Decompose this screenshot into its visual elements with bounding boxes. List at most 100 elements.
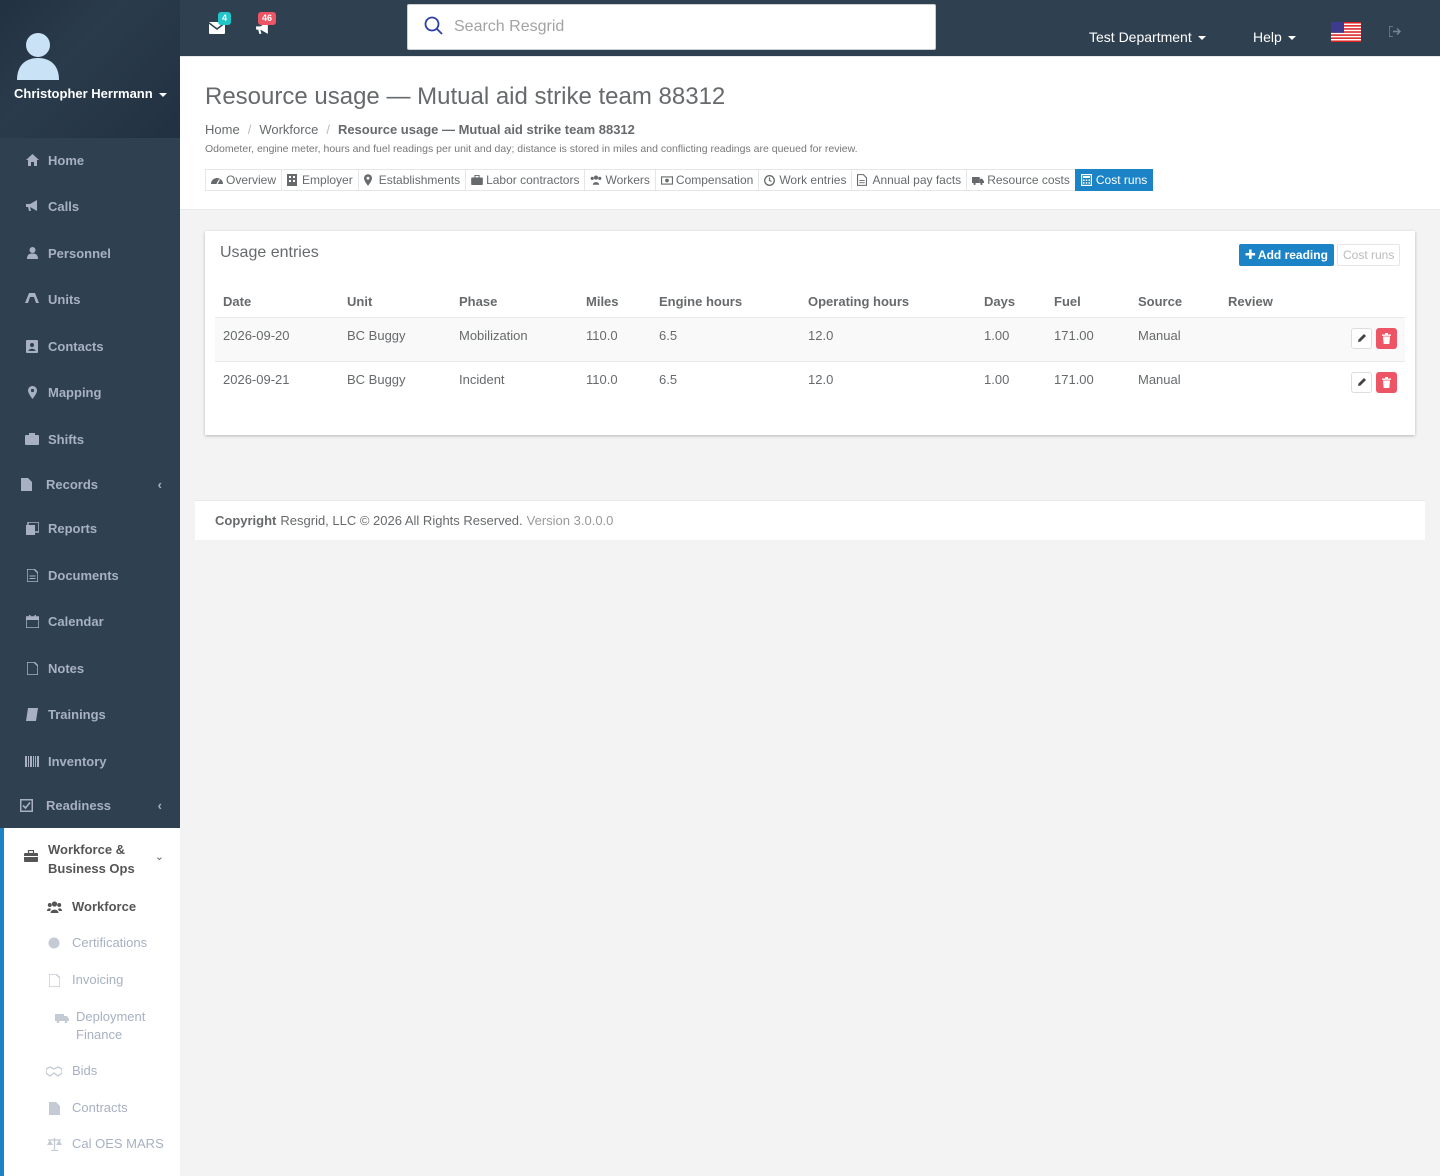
sidebar-subitem-bids[interactable]: Bids (46, 1062, 97, 1080)
notifications-button[interactable]: 46 (255, 12, 277, 38)
cell-actions (1315, 361, 1405, 405)
footer: Copyright Resgrid, LLC © 2026 All Rights… (195, 500, 1425, 540)
tab-work-entries[interactable]: Work entries (758, 169, 853, 191)
calculator-icon (1080, 174, 1093, 186)
column-header[interactable]: Miles (578, 286, 651, 318)
trash-icon (1382, 376, 1391, 388)
delete-button[interactable] (1376, 371, 1397, 393)
user-icon (24, 246, 40, 260)
sidebar-item-home[interactable]: Home (0, 140, 180, 180)
sidebar-subitem-deployment-finance[interactable]: Deployment Finance (46, 1008, 166, 1042)
contract-icon (46, 1101, 62, 1115)
tab-cost-runs[interactable]: Cost runs (1074, 169, 1154, 191)
footer-copyright-label: Copyright (215, 513, 277, 528)
column-header[interactable]: Engine hours (651, 286, 800, 318)
balance-scale-icon (46, 1137, 62, 1151)
cell-actions (1315, 317, 1405, 362)
cell-phase: Mobilization (451, 317, 578, 362)
chevron-left-icon: ‹ (157, 476, 162, 492)
tab-labor-contractors[interactable]: Labor contractors (465, 169, 586, 191)
us-flag-icon[interactable] (1331, 22, 1361, 42)
sidebar-item-trainings[interactable]: Trainings (0, 694, 180, 734)
sidebar-item-records[interactable]: Records ‹ (0, 464, 180, 504)
sidebar-item-calendar[interactable]: Calendar (0, 601, 180, 641)
sidebar-group-label[interactable]: Workforce & Business Ops (48, 840, 148, 878)
sidebar-item-units[interactable]: Units (0, 279, 180, 319)
page-title: Resource usage — Mutual aid strike team … (205, 83, 726, 110)
pencil-icon (1357, 334, 1366, 342)
delete-button[interactable] (1376, 327, 1397, 349)
avatar[interactable] (15, 30, 61, 82)
chevron-down-icon[interactable]: ⌄ (155, 850, 164, 863)
cell-days: 1.00 (976, 317, 1046, 362)
column-header[interactable]: Phase (451, 286, 578, 318)
search-input[interactable] (454, 5, 914, 49)
sidebar-item-notes[interactable]: Notes (0, 648, 180, 688)
search-icon (424, 16, 443, 35)
edit-button[interactable] (1351, 371, 1372, 393)
sidebar-item-contacts[interactable]: Contacts (0, 326, 180, 366)
cell-fuel: 171.00 (1054, 371, 1094, 387)
column-header[interactable]: Operating hours (800, 286, 976, 318)
column-header[interactable]: Fuel (1046, 286, 1130, 318)
add-reading-button[interactable]: ✚ Add reading (1239, 244, 1334, 266)
breadcrumb: Home / Workforce / Resource usage — Mutual a… (205, 122, 635, 137)
cell-unit: BC Buggy (347, 371, 406, 387)
cost-runs-button[interactable]: Cost runs (1337, 244, 1401, 266)
tab-establishments[interactable]: Establishments (357, 169, 467, 191)
sidebar-item-inventory[interactable]: Inventory (0, 741, 180, 781)
reports-icon (24, 521, 40, 535)
tab-resource-costs[interactable]: Resource costs (966, 169, 1076, 191)
usage-entries-table: Date Unit Phase Miles Engine hours Opera… (215, 286, 1405, 405)
sidebar-subitem-contracts[interactable]: Contracts (46, 1099, 128, 1117)
edit-button[interactable] (1351, 327, 1372, 349)
building-icon (287, 174, 299, 186)
sidebar-item-calls[interactable]: Calls (0, 186, 180, 226)
messages-button[interactable]: 4 (208, 12, 232, 37)
file-text-icon (857, 174, 869, 186)
tab-compensation[interactable]: Compensation (654, 169, 760, 191)
help-dropdown[interactable]: Help (1253, 29, 1296, 45)
sidebar-subitem-invoicing[interactable]: Invoicing (46, 971, 123, 989)
tab-annual-pay-facts[interactable]: Annual pay facts (851, 169, 968, 191)
sidebar-subitem-cal-oes-mars[interactable]: Cal OES MARS (46, 1135, 164, 1153)
cell-date: 2026-09-20 (215, 317, 339, 362)
top-navbar: 4 46 Test Department Help (180, 0, 1440, 56)
column-header[interactable]: Unit (339, 286, 451, 318)
sidebar-item-personnel[interactable]: Personnel (0, 233, 180, 273)
pencil-icon (1357, 378, 1366, 386)
bullhorn-icon (24, 199, 40, 213)
sidebar-subitem-workforce[interactable]: Workforce (46, 898, 136, 916)
column-header[interactable]: Review (1220, 286, 1315, 318)
book-icon (24, 707, 40, 721)
column-header[interactable]: Date (215, 286, 339, 318)
sidebar-subitem-certifications[interactable]: Certifications (46, 934, 147, 952)
cell-engine-hours: 6.5 (659, 371, 678, 387)
tab-employer[interactable]: Employer (281, 169, 359, 191)
sidebar-item-mapping[interactable]: Mapping (0, 372, 180, 412)
cell-engine-hours: 6.5 (651, 317, 800, 362)
truck-icon (54, 1010, 70, 1024)
tab-overview[interactable]: Overview (205, 169, 283, 191)
sidebar-group-workforce: Workforce & Business Ops ⌄ Workforce Cer… (0, 828, 180, 1176)
sidebar-item-reports[interactable]: Reports (0, 508, 180, 548)
sidebar-item-documents[interactable]: Documents (0, 555, 180, 595)
column-header[interactable]: Days (976, 286, 1046, 318)
column-header[interactable]: Source (1130, 286, 1220, 318)
breadcrumb-workforce[interactable]: Workforce (259, 122, 318, 137)
profile-name-dropdown[interactable]: Christopher Herrmann (14, 86, 167, 101)
department-dropdown[interactable]: Test Department (1089, 29, 1206, 45)
sidebar-item-readiness[interactable]: Readiness ‹ (0, 785, 180, 825)
notifications-count-badge: 46 (258, 12, 277, 25)
messages-count-badge: 4 (218, 12, 232, 25)
sign-out-icon[interactable] (1389, 26, 1401, 37)
tab-workers[interactable]: Workers (584, 169, 656, 191)
caret-down-icon (1287, 36, 1296, 41)
caret-down-icon (158, 92, 167, 97)
trash-icon (1382, 332, 1391, 344)
table-row: 2026-09-21 BC Buggy Incident 110.0 6.5 1… (215, 361, 1405, 405)
breadcrumb-home[interactable]: Home (205, 122, 240, 137)
page-heading: Resource usage — Mutual aid strike team … (180, 56, 1440, 210)
check-square-icon (18, 798, 34, 812)
sidebar-item-shifts[interactable]: Shifts (0, 419, 180, 459)
